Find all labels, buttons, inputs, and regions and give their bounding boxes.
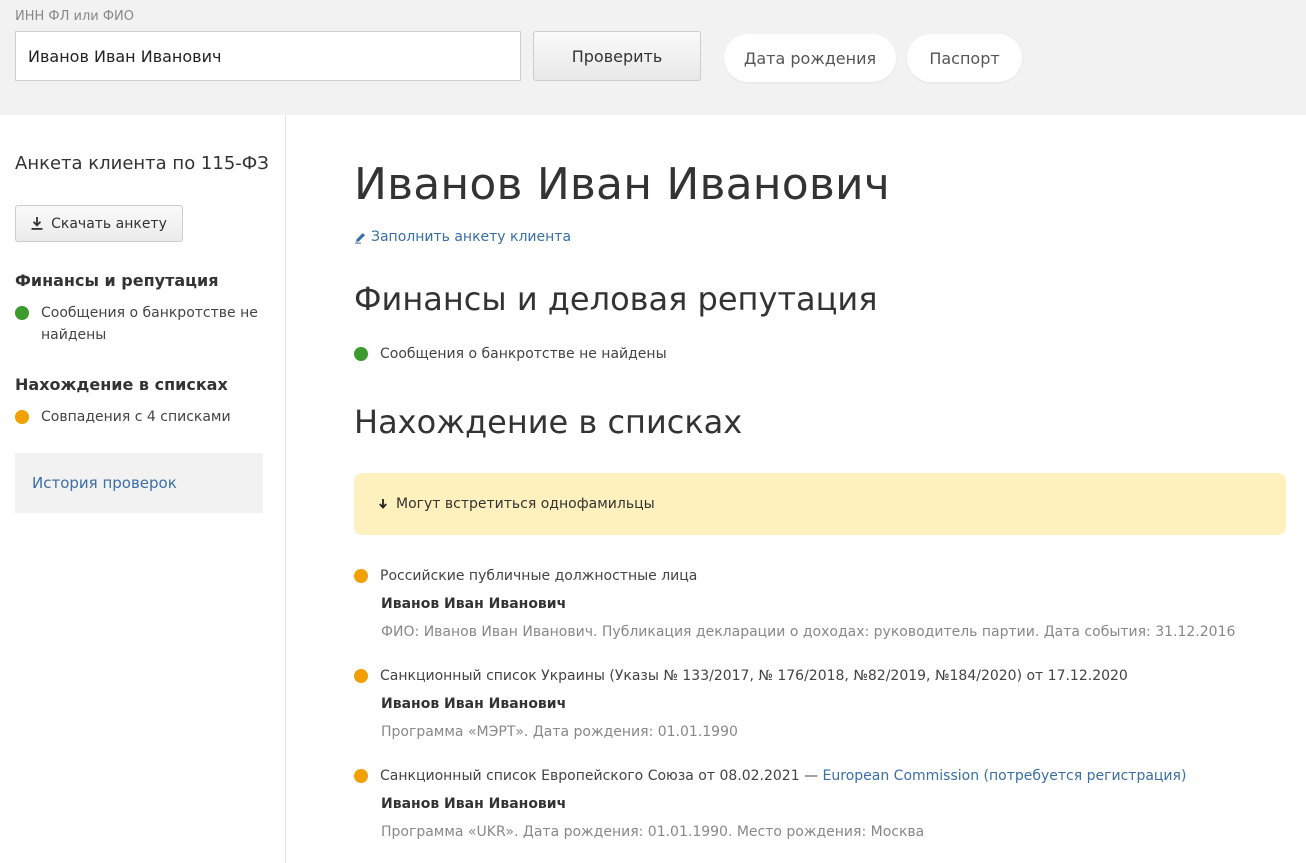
lists-heading: Нахождение в списках [354, 403, 743, 441]
finance-heading: Финансы и деловая репутация [354, 280, 878, 318]
status-warning-icon [15, 410, 29, 424]
search-label: ИНН ФЛ или ФИО [15, 9, 134, 24]
birth-date-button[interactable]: Дата рождения [724, 34, 896, 82]
sidebar-title: Анкета клиента по 115-ФЗ [15, 153, 269, 174]
list-item-title: Российские публичные должностные лица [380, 568, 698, 584]
history-link[interactable]: История проверок [32, 474, 177, 492]
sidebar: Анкета клиента по 115-ФЗ Скачать анкету … [0, 115, 286, 863]
bankruptcy-status: Сообщения о банкротстве не найдены [354, 343, 667, 365]
status-ok-icon [15, 306, 29, 320]
list-item: Российские публичные должностные лица Ив… [354, 565, 1286, 643]
page-title: Иванов Иван Иванович [354, 159, 890, 210]
sidebar-finance-title: Финансы и репутация [15, 271, 219, 290]
list-item-header: Российские публичные должностные лица [354, 565, 1286, 587]
sidebar-finance-text: Сообщения о банкротстве не найдены [41, 305, 258, 343]
sidebar-lists-text: Совпадения с 4 списками [41, 409, 231, 425]
history-box: История проверок [15, 453, 263, 513]
main-content: Иванов Иван Иванович Заполнить анкету кл… [354, 115, 1286, 863]
fill-form-link[interactable]: Заполнить анкету клиента [354, 229, 571, 245]
list-item-detail: Программа «UKR». Дата рождения: 01.01.19… [381, 824, 925, 840]
list-item-title: Санкционный список Украины (Указы № 133/… [380, 668, 1128, 684]
namesake-notice-text: Могут встретиться однофамильцы [396, 496, 655, 512]
list-item-header: Санкционный список Украины (Указы № 133/… [354, 665, 1286, 687]
search-input[interactable] [15, 31, 521, 81]
download-icon [31, 217, 43, 230]
list-item-detail: ФИО: Иванов Иван Иванович. Публикация де… [381, 624, 1236, 640]
sidebar-lists-item: Совпадения с 4 списками [15, 406, 265, 428]
passport-button[interactable]: Паспорт [907, 34, 1022, 82]
bankruptcy-status-text: Сообщения о банкротстве не найдены [380, 346, 667, 362]
search-bar: ИНН ФЛ или ФИО Проверить Дата рождения П… [0, 0, 1306, 115]
download-form-button[interactable]: Скачать анкету [15, 205, 183, 242]
download-form-label: Скачать анкету [51, 215, 167, 232]
list-item-header: Санкционный список Европейского Союза от… [354, 765, 1286, 787]
list-item-name: Иванов Иван Иванович [381, 596, 567, 612]
status-warning-icon [354, 669, 368, 683]
list-item: Санкционный список Украины (Указы № 133/… [354, 665, 1286, 743]
namesake-notice[interactable]: Могут встретиться однофамильцы [354, 473, 1286, 535]
status-warning-icon [354, 569, 368, 583]
list-item-detail: Программа «МЭРТ». Дата рождения: 01.01.1… [381, 724, 738, 740]
pencil-icon [355, 232, 365, 244]
list-item-title-group: Санкционный список Европейского Союза от… [380, 765, 1186, 787]
list-item-title: Санкционный список Европейского Союза от… [380, 768, 823, 784]
sidebar-finance-item: Сообщения о банкротстве не найдены [15, 302, 265, 346]
sidebar-lists-title: Нахождение в списках [15, 375, 228, 394]
european-commission-link[interactable]: European Commission (потребуется регистр… [823, 768, 1187, 784]
status-ok-icon [354, 347, 368, 361]
list-item: Санкционный список Европейского Союза от… [354, 765, 1286, 843]
arrow-down-icon [379, 499, 387, 509]
list-item-name: Иванов Иван Иванович [381, 696, 567, 712]
fill-form-label: Заполнить анкету клиента [371, 229, 572, 245]
check-button[interactable]: Проверить [533, 31, 701, 81]
status-warning-icon [354, 769, 368, 783]
list-item-name: Иванов Иван Иванович [381, 796, 567, 812]
